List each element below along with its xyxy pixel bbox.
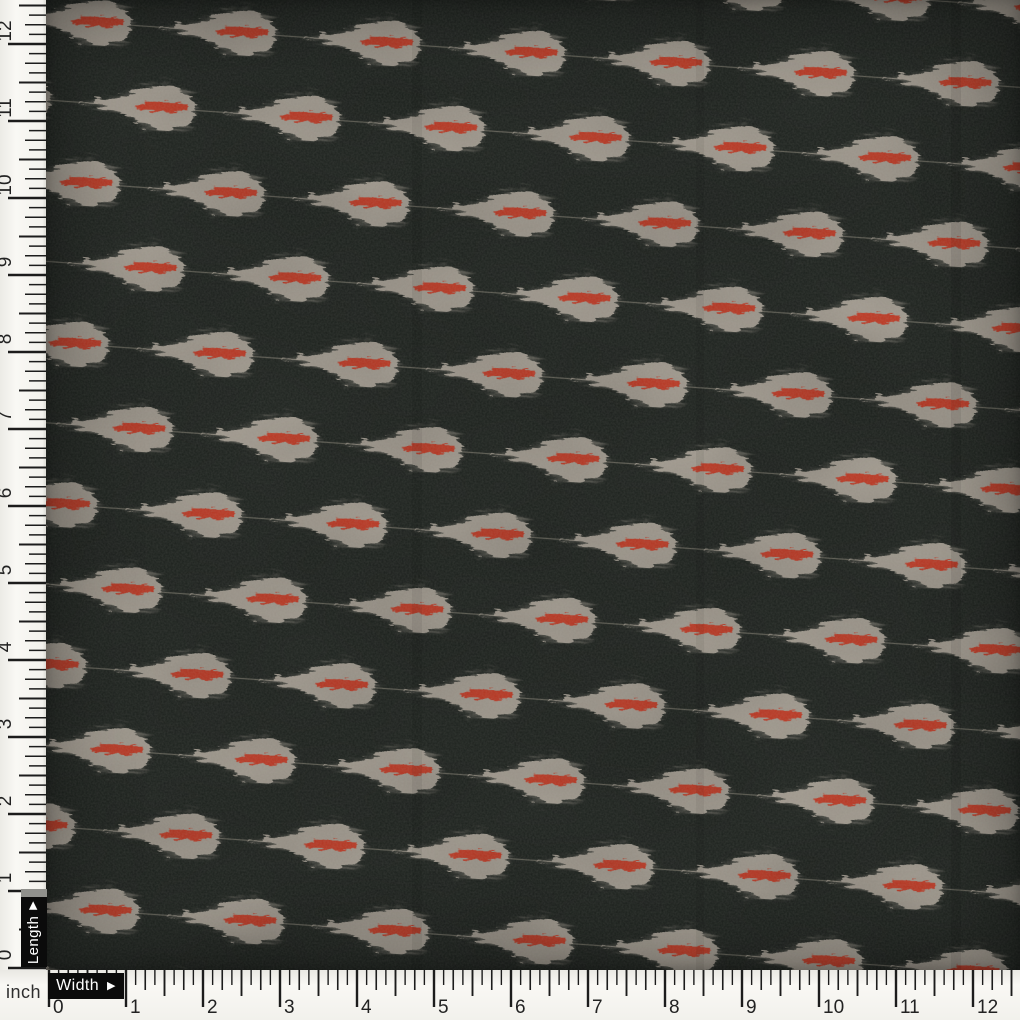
width-label: Width	[56, 977, 99, 995]
width-ruler-number: 2	[207, 997, 218, 1018]
width-ruler-number: 4	[361, 997, 372, 1018]
width-ruler-number: 8	[669, 997, 680, 1018]
length-ruler-number: 6	[0, 488, 16, 499]
length-ruler-number: 4	[0, 641, 16, 652]
right-arrow-icon: ▶	[107, 981, 116, 992]
width-ruler-number: 3	[284, 997, 295, 1018]
width-ruler-number: 10	[823, 997, 844, 1018]
width-ruler-number: 6	[515, 997, 526, 1018]
length-ruler-number: 11	[0, 98, 16, 118]
fabric-product-photo: 0123456789101112 0123456789101112 inch L…	[0, 0, 1020, 1020]
length-ribbon-fold	[21, 889, 47, 897]
up-arrow-icon: ▶	[29, 900, 40, 909]
width-ruler-number: 9	[746, 997, 757, 1018]
width-ribbon: Width ▶	[48, 973, 124, 999]
width-ruler-number: 1	[130, 997, 141, 1018]
fabric-crease	[696, 0, 704, 970]
length-ruler-number: 2	[0, 796, 16, 807]
width-ruler-number: 7	[592, 997, 603, 1018]
width-ruler-number: 11	[900, 997, 920, 1018]
length-ruler-number: 8	[0, 334, 16, 345]
fabric-crease	[412, 0, 422, 970]
length-ruler-number: 7	[0, 411, 16, 422]
length-label: Length	[26, 915, 43, 963]
length-ruler-number: 12	[0, 20, 16, 41]
length-ruler-number: 10	[0, 174, 16, 195]
length-ruler-number: 3	[0, 719, 16, 730]
length-ruler-number: 5	[0, 565, 16, 576]
fabric-weave-grain	[46, 0, 1020, 970]
width-ruler-number: 5	[438, 997, 449, 1018]
length-ribbon: Length ▶	[21, 897, 47, 967]
length-ruler-number: 9	[0, 257, 16, 268]
width-ruler-number: 0	[53, 997, 64, 1018]
width-ruler-number: 12	[977, 997, 998, 1018]
unit-label: inch	[6, 982, 41, 1003]
fabric-crease	[951, 0, 961, 970]
length-ruler-number: 0	[0, 950, 16, 961]
ruler-horizontal-width: 0123456789101112 inch	[0, 970, 1020, 1020]
fabric-swatch	[46, 0, 1020, 970]
fabric-pattern-svg	[46, 0, 1020, 970]
length-ruler-number: 1	[0, 873, 16, 884]
ruler-vertical-length: 0123456789101112	[0, 0, 46, 971]
